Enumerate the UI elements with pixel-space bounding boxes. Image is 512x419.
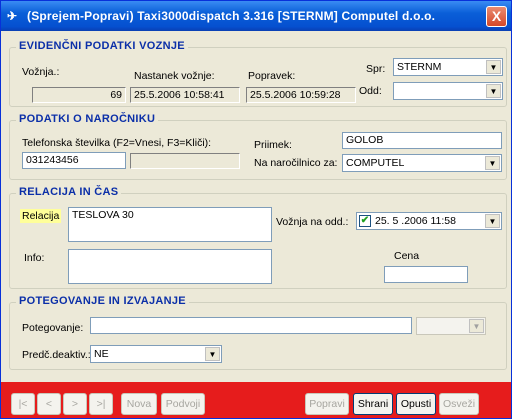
deaktiv-select[interactable]: NE ▼ [90, 345, 222, 363]
telefon-secondary-field [130, 153, 240, 169]
chevron-down-icon[interactable]: ▼ [205, 347, 220, 361]
shrani-button[interactable]: Shrani [353, 393, 393, 415]
spr-label: Spr: [366, 63, 386, 75]
window-title: (Sprejem-Popravi) Taxi3000dispatch 3.316… [27, 9, 436, 23]
app-window: ✈ (Sprejem-Popravi) Taxi3000dispatch 3.3… [0, 0, 512, 419]
telefon-label: Telefonska številka (F2=Vnesi, F3=Kliči)… [22, 137, 212, 149]
group-title-relacija: RELACIJA IN ČAS [16, 186, 122, 198]
taxi-app-icon: ✈ [7, 9, 18, 23]
voznja-label: Vožnja.: [22, 66, 60, 78]
group-title-evidencni: EVIDENČNI PODATKI VOZNJE [16, 40, 188, 52]
group-title-narocnik: PODATKI O NAROČNIKU [16, 113, 159, 125]
close-button[interactable]: X [486, 6, 507, 27]
opusti-button[interactable]: Opusti [396, 393, 436, 415]
popravek-field: 25.5.2006 10:59:28 [246, 87, 356, 103]
nastanek-label: Nastanek vožnje: [134, 70, 215, 82]
nova-button[interactable]: Nova [121, 393, 157, 415]
narocilnica-value: COMPUTEL [346, 157, 405, 169]
osvezi-button[interactable]: Osveži [439, 393, 479, 415]
popravek-label: Popravek: [248, 70, 296, 82]
odd-label: Odd: [359, 85, 382, 97]
chevron-down-icon[interactable]: ▼ [486, 60, 501, 74]
popravi-button[interactable]: Popravi [305, 393, 349, 415]
title-bar[interactable]: ✈ (Sprejem-Popravi) Taxi3000dispatch 3.3… [1, 1, 511, 31]
voznja-odd-datetime[interactable]: ✔ 25. 5 .2006 11:58 ▼ [356, 212, 502, 230]
chevron-down-icon[interactable]: ▼ [485, 156, 500, 170]
group-relacija: RELACIJA IN ČAS Relacija TESLOVA 30 Info… [9, 186, 507, 289]
narocilnica-label: Na naročilnico za: [254, 157, 338, 169]
potegovanje-input[interactable] [90, 317, 412, 334]
spr-select[interactable]: STERNM ▼ [393, 58, 503, 76]
spr-value: STERNM [397, 61, 442, 73]
voznja-number-field: 69 [32, 87, 126, 103]
potegovanje-label: Potegovanje: [22, 322, 84, 334]
first-record-button[interactable]: |< [11, 393, 35, 415]
group-evidencni: EVIDENČNI PODATKI VOZNJE Vožnja.: 69 Nas… [9, 40, 507, 107]
potegovanje-select: ▼ [416, 317, 486, 335]
relacija-label: Relacija [20, 209, 62, 223]
next-record-button[interactable]: > [63, 393, 87, 415]
last-record-button[interactable]: >| [89, 393, 113, 415]
voznja-odd-label: Vožnja na odd.: [276, 216, 349, 228]
cena-input[interactable] [384, 266, 468, 283]
deaktiv-label: Predč.deaktiv.: [22, 349, 91, 361]
deaktiv-value: NE [94, 348, 109, 360]
nastanek-field: 25.5.2006 10:58:41 [130, 87, 240, 103]
podvoji-button[interactable]: Podvoji [161, 393, 205, 415]
narocilnica-select[interactable]: COMPUTEL ▼ [342, 154, 502, 172]
checkmark-icon[interactable]: ✔ [359, 215, 371, 227]
chevron-down-icon[interactable]: ▼ [486, 84, 501, 98]
relacija-input[interactable]: TESLOVA 30 [68, 207, 272, 242]
odd-select[interactable]: ▼ [393, 82, 503, 100]
prev-record-button[interactable]: < [37, 393, 61, 415]
voznja-odd-value: 25. 5 .2006 11:58 [375, 215, 456, 227]
priimek-input[interactable]: GOLOB [342, 132, 502, 149]
chevron-down-icon: ▼ [469, 319, 484, 333]
bottom-toolbar: |< < > >| Nova Podvoji Popravi Shrani Op… [1, 382, 511, 418]
priimek-label: Priimek: [254, 139, 292, 151]
chevron-down-icon[interactable]: ▼ [485, 214, 500, 228]
group-potegovanje: POTEGOVANJE IN IZVAJANJE Potegovanje: ▼ … [9, 295, 507, 370]
info-label: Info: [24, 252, 45, 264]
cena-label: Cena [394, 250, 420, 262]
group-title-potegovanje: POTEGOVANJE IN IZVAJANJE [16, 295, 189, 307]
info-input[interactable] [68, 249, 272, 284]
telefon-input[interactable]: 031243456 [22, 152, 126, 169]
group-narocnik: PODATKI O NAROČNIKU Telefonska številka … [9, 113, 507, 180]
